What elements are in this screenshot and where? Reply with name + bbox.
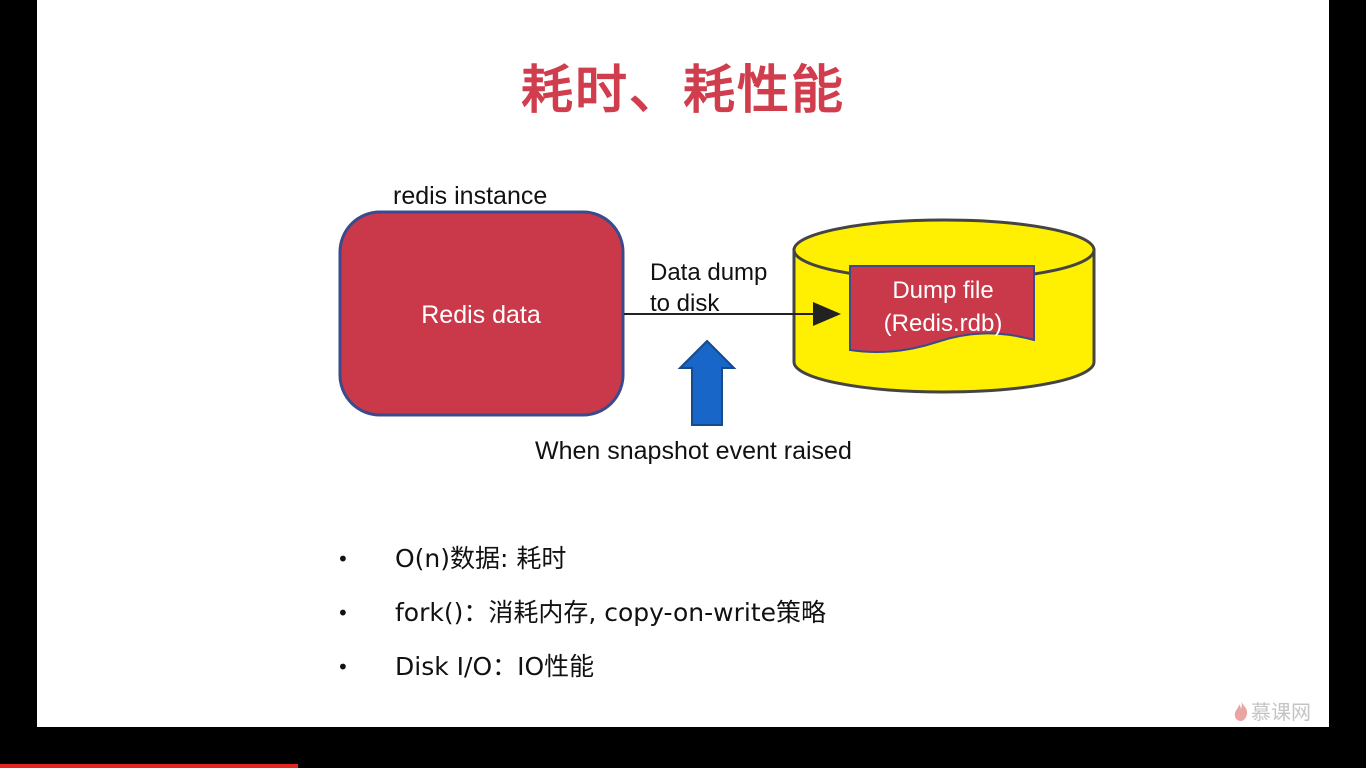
snapshot-diagram: redis instance Redis data Dump file (Red…	[338, 182, 1096, 465]
redis-instance-label: redis instance	[393, 182, 547, 210]
dump-file-line1: Dump file	[892, 277, 993, 304]
snapshot-event-label: When snapshot event raised	[535, 437, 852, 465]
logo-text: 慕课网	[1251, 700, 1311, 724]
imooc-logo: 慕课网	[1233, 696, 1311, 725]
up-arrow-icon	[677, 339, 737, 426]
bullet-text: O(n)数据: 耗时	[395, 544, 567, 573]
redis-data-label: Redis data	[421, 301, 541, 329]
bullet-marker: •	[337, 655, 349, 679]
video-progress-bar[interactable]	[0, 764, 298, 768]
dump-file-line2: (Redis.rdb)	[884, 310, 1003, 337]
flame-icon	[1234, 700, 1248, 721]
arrow-label-line1: Data dump	[650, 259, 767, 286]
bullet-marker: •	[337, 601, 349, 625]
slide: 耗时、耗性能 redis instance Redis data Dump fi…	[37, 0, 1329, 727]
bullet-text: Disk I/O：IO性能	[395, 652, 595, 681]
bullet-text: fork()：消耗内存, copy-on-write策略	[395, 598, 827, 627]
arrow-label-line2: to disk	[650, 290, 720, 317]
bullet-marker: •	[337, 547, 349, 571]
